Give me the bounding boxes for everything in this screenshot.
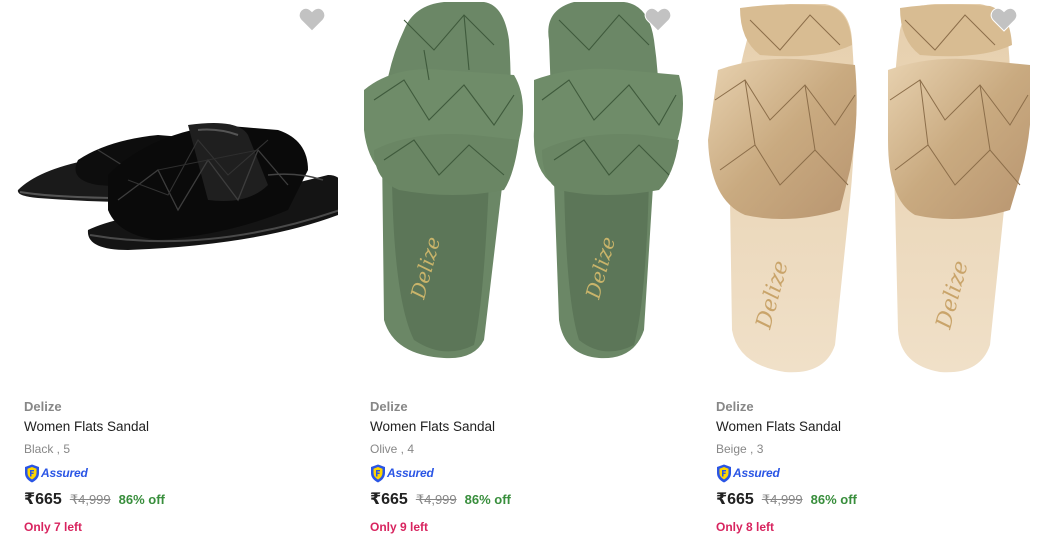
assured-shield-icon [371, 464, 385, 482]
product-card[interactable]: Delize Delize Delize Women Flats Sandal … [346, 0, 692, 543]
price-row: ₹665 ₹4,999 86% off [24, 489, 324, 511]
assured-label: Assured [41, 466, 88, 480]
assured-badge: Assured [370, 463, 670, 483]
price-row: ₹665 ₹4,999 86% off [716, 489, 1016, 511]
original-price: ₹4,999 [69, 492, 111, 507]
product-image[interactable]: Delize Delize [700, 0, 1030, 380]
wishlist-heart-icon[interactable] [298, 6, 326, 32]
discount-percent: 86% off [118, 492, 165, 507]
original-price: ₹4,999 [415, 492, 457, 507]
price-row: ₹665 ₹4,999 86% off [370, 489, 670, 511]
product-title[interactable]: Women Flats Sandal [24, 417, 324, 437]
selling-price: ₹665 [370, 491, 408, 508]
assured-shield-icon [717, 464, 731, 482]
product-brand: Delize [24, 399, 62, 414]
product-info: Delize Women Flats Sandal Black , 5 Assu… [24, 398, 324, 535]
selling-price: ₹665 [716, 491, 754, 508]
product-card[interactable]: Delize Delize Delize Women Flats Sandal … [692, 0, 1038, 543]
product-brand: Delize [370, 399, 408, 414]
stock-left-label: Only 7 left [24, 520, 83, 534]
assured-shield-icon [25, 464, 39, 482]
assured-badge: Assured [716, 463, 1016, 483]
product-brand: Delize [716, 399, 754, 414]
product-title[interactable]: Women Flats Sandal [370, 417, 670, 437]
olive-quilted-sandal-image: Delize Delize [364, 2, 683, 359]
product-variant: Olive , 4 [370, 442, 415, 456]
product-info: Delize Women Flats Sandal Beige , 3 Assu… [716, 398, 1016, 535]
discount-percent: 86% off [464, 492, 511, 507]
beige-quilted-sandal-image: Delize Delize [708, 4, 1030, 373]
assured-badge: Assured [24, 463, 324, 483]
stock-left-label: Only 8 left [716, 520, 775, 534]
product-variant: Black , 5 [24, 442, 71, 456]
product-info: Delize Women Flats Sandal Olive , 4 Assu… [370, 398, 670, 535]
black-quilted-sandal-image [17, 122, 338, 250]
discount-percent: 86% off [810, 492, 857, 507]
assured-label: Assured [387, 466, 434, 480]
product-image[interactable] [8, 0, 338, 380]
product-title[interactable]: Women Flats Sandal [716, 417, 1016, 437]
stock-left-label: Only 9 left [370, 520, 429, 534]
product-grid: Delize Women Flats Sandal Black , 5 Assu… [0, 0, 1056, 543]
wishlist-heart-icon[interactable] [990, 6, 1018, 32]
selling-price: ₹665 [24, 491, 62, 508]
original-price: ₹4,999 [761, 492, 803, 507]
product-image[interactable]: Delize Delize [354, 0, 684, 380]
wishlist-heart-icon[interactable] [644, 6, 672, 32]
product-variant: Beige , 3 [716, 442, 764, 456]
assured-label: Assured [733, 466, 780, 480]
product-card[interactable]: Delize Women Flats Sandal Black , 5 Assu… [0, 0, 346, 543]
